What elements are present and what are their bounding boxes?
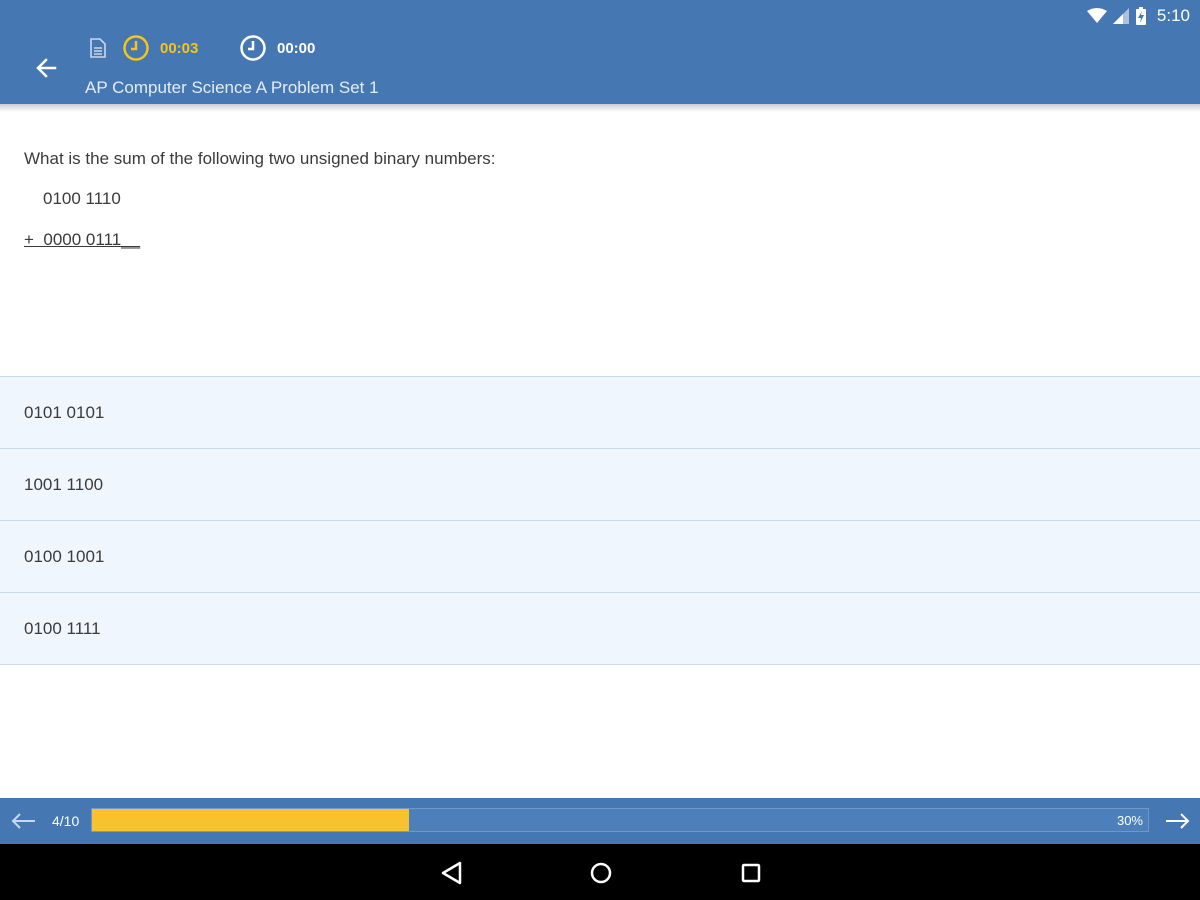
answer-option-d[interactable]: 0100 1111 <box>0 592 1200 665</box>
question-operand-1: 0100 1110 <box>43 189 121 208</box>
progress-fill <box>92 809 409 831</box>
status-bar: 5:10 <box>1086 4 1190 28</box>
answer-options: 0101 0101 1001 1100 0100 1001 0100 1111 <box>0 376 1200 665</box>
document-icon[interactable] <box>90 38 106 63</box>
square-recents-icon <box>741 863 761 883</box>
question-timer: 00:03 <box>122 34 198 62</box>
back-button[interactable] <box>28 50 64 86</box>
nav-home-button[interactable] <box>586 858 616 888</box>
question-timer-value: 00:03 <box>160 39 199 57</box>
progress-track: 30% <box>91 808 1149 832</box>
right-arrow-icon <box>1166 813 1190 829</box>
system-navigation-bar <box>0 844 1200 900</box>
clock-icon <box>123 35 149 61</box>
signal-icon <box>1112 8 1129 24</box>
wifi-icon <box>1086 8 1107 23</box>
answer-option-a[interactable]: 0101 0101 <box>0 376 1200 448</box>
nav-recents-button[interactable] <box>736 858 766 888</box>
status-time: 5:10 <box>1156 6 1190 25</box>
nav-back-button[interactable] <box>436 858 466 888</box>
page-title: AP Computer Science A Problem Set 1 <box>85 78 379 97</box>
progress-footer: 4/10 30% <box>0 798 1200 844</box>
battery-icon <box>1135 7 1146 25</box>
progress-percent: 30% <box>1116 813 1143 828</box>
previous-question-button[interactable] <box>8 807 38 835</box>
app-bar: 5:10 00:03 00:00 AP Computer Science A P… <box>0 0 1200 104</box>
circle-home-icon <box>590 862 612 884</box>
triangle-back-icon <box>441 861 462 885</box>
app-bar-shadow <box>0 104 1200 112</box>
total-timer-value: 00:00 <box>277 39 316 57</box>
question-counter: 4/10 <box>52 813 80 829</box>
answer-option-c[interactable]: 0100 1001 <box>0 520 1200 592</box>
left-arrow-icon <box>11 813 35 829</box>
next-question-button[interactable] <box>1163 807 1193 835</box>
question-prompt: What is the sum of the following two uns… <box>24 149 496 168</box>
question-operand-2: + 0000 0111__ <box>24 230 141 249</box>
back-arrow-icon <box>36 58 57 78</box>
answer-option-b[interactable]: 1001 1100 <box>0 448 1200 520</box>
clock-icon <box>240 35 266 61</box>
total-timer: 00:00 <box>239 34 315 62</box>
